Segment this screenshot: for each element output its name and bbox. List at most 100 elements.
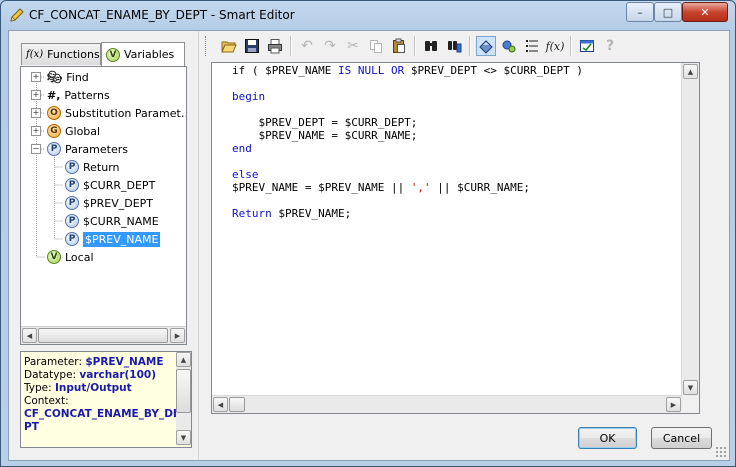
scroll-down-icon[interactable]: ▼ [683,380,698,395]
close-button[interactable]: ✕ [682,2,728,22]
validate-icon[interactable] [577,36,597,56]
print-icon[interactable] [265,36,285,56]
tree-item-label: $PREV_DEPT [83,196,154,210]
code-text: $PREV_DEPT <> $CURR_DEPT ) [404,64,584,77]
collapse-parameters[interactable]: − [31,144,41,154]
code-text: $PREV_NAME; [271,207,352,220]
global-icon: G [47,124,61,138]
param-icon: P [65,196,79,210]
open-icon[interactable] [219,36,239,56]
code-editor[interactable]: if ( $PREV_NAME IS NULL OR $PREV_DEPT <>… [211,62,700,414]
smart-editor-window: CF_CONCAT_ENAME_BY_DEPT - Smart Editor –… [0,0,736,467]
scroll-thumb[interactable] [229,397,245,412]
undo-icon[interactable]: ↶ [297,36,317,56]
scroll-right-icon[interactable]: ▶ [170,328,185,343]
datatype-label: Datatype: [24,369,77,381]
title-bar[interactable]: CF_CONCAT_ENAME_BY_DEPT - Smart Editor –… [1,1,735,29]
variable-info-panel: Parameter: $PREV_NAME Datatype: varchar(… [20,351,192,448]
tree-item-return[interactable]: P Return [65,158,120,176]
maximize-button[interactable]: □ [654,2,682,22]
editor-toolbar: ↶ ↷ ✂ f(x) ? [205,33,625,59]
code-keyword-else: else [232,168,259,181]
code-text: $PREV_DEPT = $CURR_DEPT; [232,116,418,129]
toolbar-separator [290,36,292,56]
tree-item-label: Patterns [64,88,110,102]
local-icon: V [47,250,61,264]
list-icon[interactable] [522,36,542,56]
scroll-up-icon[interactable]: ▲ [176,352,191,367]
tree-item-label: Substitution Paramet… [65,106,186,120]
tab-functions[interactable]: f(x) Functions [21,43,101,65]
code-keyword-end: end [232,142,252,155]
toolbar-grip[interactable] [205,36,209,56]
client-area: f(x) Functions V Variables + 🎭︎ Find + #… [8,30,730,461]
tree-item-label: Return [83,160,120,174]
redo-icon[interactable]: ↷ [320,36,340,56]
scroll-thumb[interactable] [38,328,168,343]
scroll-right-icon[interactable]: ▶ [666,397,681,412]
tree-item-find[interactable]: 🎭︎ Find [47,68,89,86]
cut-icon[interactable]: ✂ [343,36,363,56]
tree-item-label: $CURR_DEPT [83,178,156,192]
expand-patterns[interactable]: + [31,90,41,100]
tab-variables-label: Variables [124,48,175,61]
tree-item-prev-name[interactable]: P $PREV_NAME [65,230,161,248]
find-icon[interactable] [421,36,441,56]
code-text: if ( $PREV_NAME [232,64,338,77]
parameters-icon: P [47,142,61,156]
scroll-down-icon[interactable]: ▼ [176,430,191,445]
scroll-up-icon[interactable]: ▲ [683,64,698,79]
code-keyword-begin: begin [232,90,266,103]
tree-item-label: Global [65,124,101,138]
help-icon[interactable]: ? [600,36,620,56]
expand-substitution[interactable]: + [31,108,41,118]
parameter-label: Parameter: [24,356,82,368]
info-vertical-scrollbar[interactable]: ▲ ▼ [176,352,191,445]
tree-horizontal-scrollbar[interactable]: ◀ ▶ [21,326,186,344]
tree-item-curr-name[interactable]: P $CURR_NAME [65,212,159,230]
scroll-thumb[interactable] [176,369,191,413]
tree-item-label: Find [66,70,89,84]
save-icon[interactable] [242,36,262,56]
tree-item-local[interactable]: V Local [47,248,94,266]
tree-item-curr-dept[interactable]: P $CURR_DEPT [65,176,155,194]
scroll-left-icon[interactable]: ◀ [22,328,37,343]
editor-vertical-scrollbar[interactable]: ▲ ▼ [681,63,699,396]
tree-item-parameters[interactable]: P Parameters [47,140,128,158]
expand-global[interactable]: + [31,126,41,136]
context-value-line1: CF_CONCAT_ENAME_BY_DE [24,408,181,420]
find-replace-icon[interactable] [444,36,464,56]
tree-item-substitution-parameters[interactable]: O Substitution Paramet… [47,104,186,122]
panel-splitter[interactable] [198,31,200,460]
paste-icon[interactable] [389,36,409,56]
toggle-view-icon[interactable] [476,36,496,56]
copy-icon[interactable] [366,36,386,56]
expand-find[interactable]: + [31,72,41,82]
scrollbar-corner [682,396,699,413]
tab-functions-label: Functions [47,48,100,61]
window-title: CF_CONCAT_ENAME_BY_DEPT - Smart Editor [29,8,295,22]
tab-variables[interactable]: V Variables [101,42,185,66]
tree-item-prev-dept[interactable]: P $PREV_DEPT [65,194,153,212]
function-icon[interactable]: f(x) [545,36,565,56]
resize-grip[interactable] [715,446,726,457]
variables-panel-icon[interactable] [499,36,519,56]
patterns-icon: #, [47,88,61,102]
tree-item-global[interactable]: G Global [47,122,100,140]
type-value: Input/Output [55,382,132,394]
cancel-button[interactable]: Cancel [651,427,712,449]
param-icon: P [65,214,79,228]
toolbar-separator [469,36,471,56]
minimize-button[interactable]: – [626,2,654,22]
code-text: || $CURR_NAME; [430,181,531,194]
tree-item-label: Parameters [65,142,128,156]
param-icon: P [65,160,79,174]
pencil-icon [10,8,24,22]
variables-tree: + 🎭︎ Find + #, Patterns + O Substitution… [20,66,187,345]
fx-icon: f(x) [26,49,44,60]
ok-button[interactable]: OK [578,427,637,449]
tree-item-patterns[interactable]: #, Patterns [47,86,110,104]
editor-horizontal-scrollbar[interactable]: ◀ ▶ [212,395,682,413]
scroll-left-icon[interactable]: ◀ [213,397,228,412]
binoculars-icon: 🎭︎ [47,70,63,84]
